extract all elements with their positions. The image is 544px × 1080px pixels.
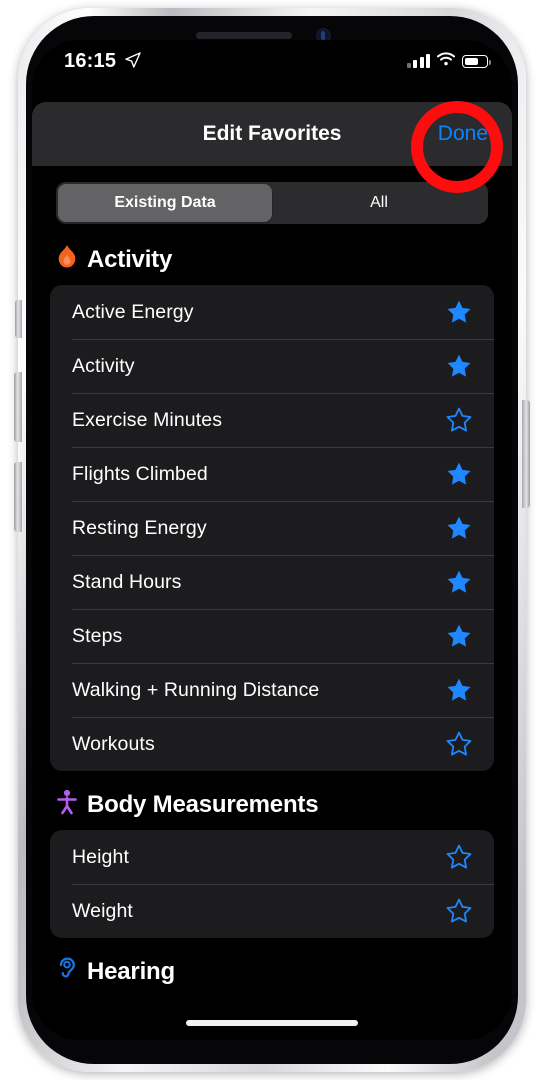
table-row[interactable]: Workouts (50, 717, 494, 771)
star-filled-icon[interactable] (446, 515, 472, 541)
star-filled-icon[interactable] (446, 569, 472, 595)
status-bar: 16:15 (32, 40, 512, 82)
health-categories-list[interactable]: Activity Active Energy Activity Exercise Mi… (32, 226, 512, 1040)
status-bar-time: 16:15 (64, 50, 117, 72)
list-item-label: Stand Hours (72, 570, 182, 593)
star-outline-icon[interactable] (446, 731, 472, 757)
earpiece-speaker (196, 32, 292, 39)
section-header-activity: Activity (32, 226, 512, 285)
star-outline-icon[interactable] (446, 898, 472, 924)
table-row[interactable]: Exercise Minutes (50, 393, 494, 447)
star-filled-icon[interactable] (446, 623, 472, 649)
power-button[interactable] (522, 400, 530, 508)
list-item-label: Active Energy (72, 300, 194, 323)
volume-down-button[interactable] (14, 462, 22, 532)
home-indicator[interactable] (186, 1020, 358, 1026)
section-title: Body Measurements (87, 790, 319, 818)
star-filled-icon[interactable] (446, 677, 472, 703)
table-row[interactable]: Active Energy (50, 285, 494, 339)
section-header-body-measurements: Body Measurements (32, 771, 512, 830)
list-item-label: Steps (72, 624, 123, 647)
star-filled-icon[interactable] (446, 299, 472, 325)
list-item-label: Flights Climbed (72, 462, 208, 485)
status-bar-indicators (406, 52, 491, 71)
list-item-label: Walking + Running Distance (72, 678, 320, 701)
star-filled-icon[interactable] (446, 461, 472, 487)
ear-icon (56, 956, 78, 987)
table-row[interactable]: Height (50, 830, 494, 884)
list-item-label: Workouts (72, 732, 155, 755)
section-card: Height Weight (50, 830, 494, 938)
data-filter-segmented-control[interactable]: Existing Data All (56, 182, 488, 224)
flame-icon (56, 244, 78, 275)
phone-screen: 16:15 Edit Favorites Done Existing Data … (32, 40, 512, 1040)
section-title: Hearing (87, 957, 175, 985)
star-outline-icon[interactable] (446, 407, 472, 433)
star-outline-icon[interactable] (446, 844, 472, 870)
battery-icon (462, 55, 491, 68)
done-button[interactable]: Done (438, 102, 488, 166)
table-row[interactable]: Flights Climbed (50, 447, 494, 501)
location-arrow-icon (125, 52, 141, 73)
list-item-label: Resting Energy (72, 516, 207, 539)
table-row[interactable]: Activity (50, 339, 494, 393)
section-card: Active Energy Activity Exercise Minutes Fli… (50, 285, 494, 771)
list-item-label: Exercise Minutes (72, 408, 223, 431)
navigation-bar: Edit Favorites Done (32, 102, 512, 166)
edit-favorites-sheet: Edit Favorites Done Existing Data All Ac… (32, 102, 512, 1040)
list-item-label: Height (72, 845, 129, 868)
table-row[interactable]: Weight (50, 884, 494, 938)
section-title: Activity (87, 245, 173, 273)
silent-switch[interactable] (15, 300, 22, 338)
star-filled-icon[interactable] (446, 353, 472, 379)
list-item-label: Weight (72, 899, 133, 922)
table-row[interactable]: Stand Hours (50, 555, 494, 609)
segment-existing-data[interactable]: Existing Data (58, 184, 272, 222)
volume-up-button[interactable] (14, 372, 22, 442)
wifi-icon (437, 52, 455, 71)
table-row[interactable]: Walking + Running Distance (50, 663, 494, 717)
cellular-signal-icon (406, 54, 430, 68)
body-person-icon (56, 789, 78, 820)
section-header-hearing: Hearing (32, 938, 512, 997)
segment-all[interactable]: All (272, 184, 486, 222)
list-item-label: Activity (72, 354, 135, 377)
table-row[interactable]: Steps (50, 609, 494, 663)
table-row[interactable]: Resting Energy (50, 501, 494, 555)
screenshot-stage: 16:15 Edit Favorites Done Existing Data … (0, 0, 544, 1080)
